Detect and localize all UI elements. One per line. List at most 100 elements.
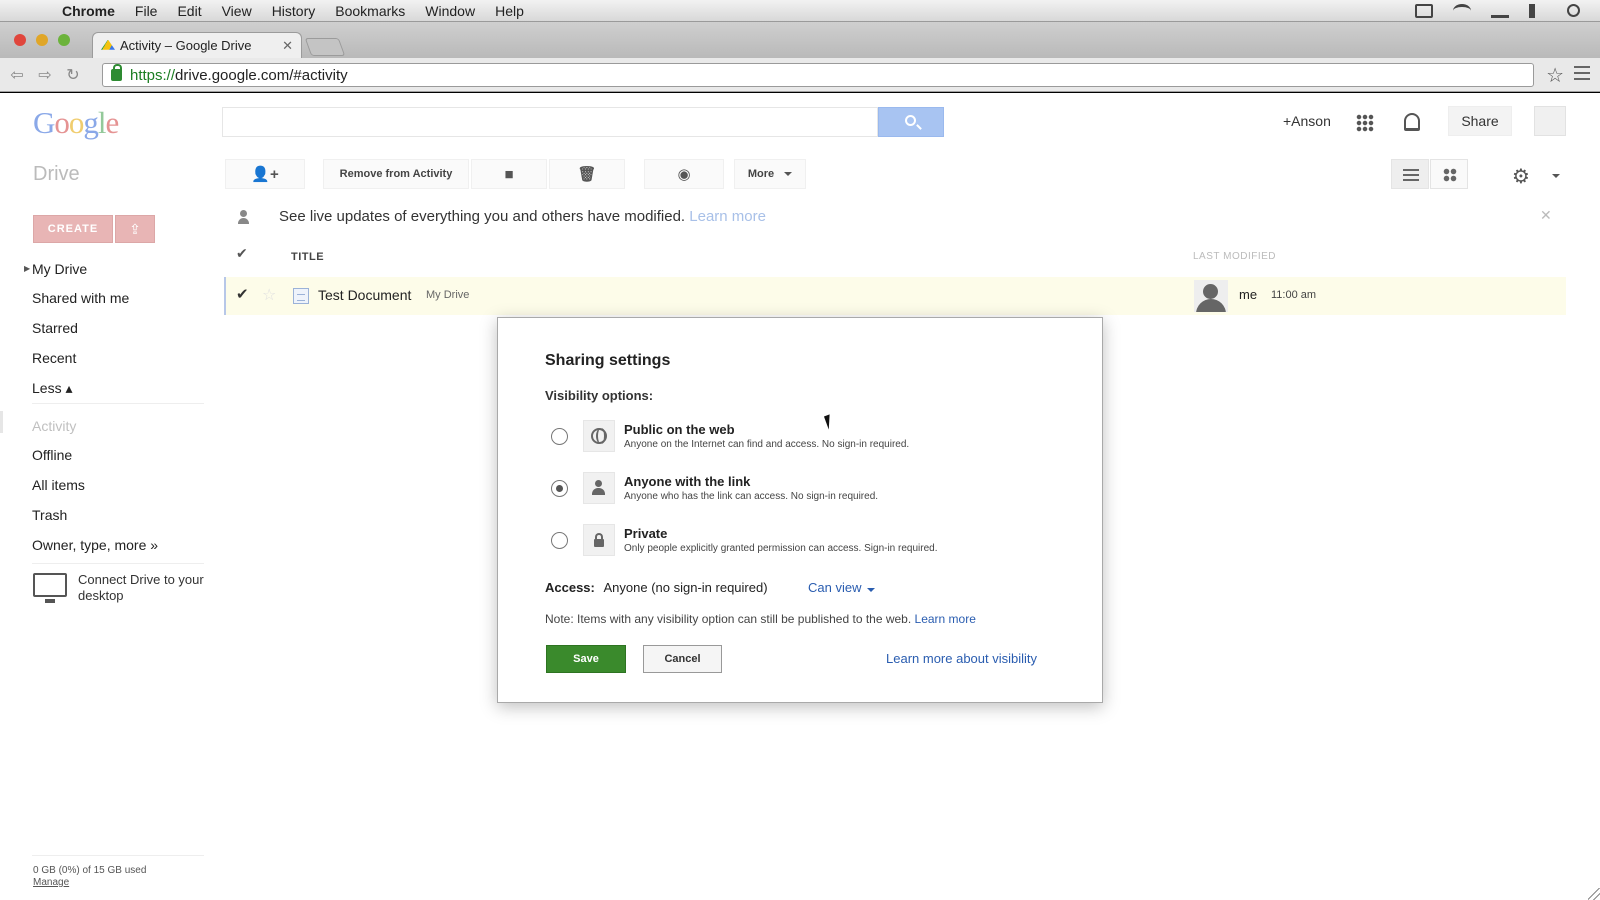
forward-icon[interactable]: ⇨ (34, 65, 56, 85)
more-label: More (747, 168, 775, 180)
move-to-folder-button[interactable]: ■ (471, 159, 547, 189)
upload-button[interactable]: ⇪ (115, 215, 155, 243)
resize-grip-icon[interactable] (1588, 888, 1600, 900)
sidebar-item-less[interactable]: Less ▴ (32, 380, 73, 397)
close-icon[interactable]: ✕ (1540, 207, 1552, 224)
radio-anyone-with-link[interactable] (551, 480, 568, 497)
list-view-button[interactable] (1391, 159, 1429, 189)
owner-avatar (1194, 280, 1228, 312)
search-input[interactable] (222, 107, 878, 137)
gear-icon[interactable]: ⚙ (1512, 164, 1530, 189)
visibility-options-label: Visibility options: (545, 388, 654, 403)
save-button[interactable]: Save (546, 645, 626, 673)
permission-dropdown[interactable]: Can view (808, 580, 876, 595)
screen-icon[interactable] (1415, 3, 1433, 18)
remove-from-activity-button[interactable]: Remove from Activity (323, 159, 469, 189)
drive-favicon-icon (101, 39, 115, 50)
manage-storage-link[interactable]: Manage (33, 877, 69, 888)
menu-history[interactable]: History (272, 3, 316, 19)
sidebar-item-offline[interactable]: Offline (32, 447, 72, 463)
option-public[interactable]: Public on the web Anyone on the Internet… (545, 420, 1065, 464)
volume-icon[interactable] (1529, 3, 1547, 18)
close-window-icon[interactable] (14, 34, 26, 46)
grid-view-button[interactable] (1430, 159, 1468, 189)
file-title[interactable]: Test Document (318, 287, 411, 303)
eject-icon[interactable] (1491, 4, 1509, 18)
reload-icon[interactable]: ↻ (62, 65, 84, 85)
minimize-window-icon[interactable] (36, 34, 48, 46)
browser-toolbar: ⇦ ⇨ ↻ https://drive.google.com/#activity… (0, 58, 1600, 92)
settings-dropdown-icon[interactable] (1552, 174, 1560, 178)
bookmark-star-icon[interactable]: ☆ (1546, 63, 1564, 88)
menu-edit[interactable]: Edit (177, 3, 201, 19)
access-row: Access: Anyone (no sign-in required) (545, 580, 768, 595)
sidebar-item-all-items[interactable]: All items (32, 477, 85, 493)
radio-private[interactable] (551, 532, 568, 549)
option-description: Anyone who has the link can access. No s… (624, 491, 879, 502)
search-button[interactable] (878, 107, 944, 137)
logo-letter: g (83, 105, 98, 140)
spotlight-icon[interactable] (1567, 4, 1580, 17)
account-avatar[interactable] (1534, 106, 1566, 136)
desktop-monitor-icon[interactable] (33, 573, 67, 603)
radio-public[interactable] (551, 428, 568, 445)
table-row[interactable]: ✔ ☆ Test Document My Drive me 11:00 am (224, 277, 1566, 315)
select-all-checkbox[interactable]: ✔ (236, 245, 248, 262)
activity-banner: See live updates of everything you and o… (279, 208, 766, 225)
access-label: Access: (545, 580, 595, 595)
dialog-title: Sharing settings (545, 352, 671, 369)
menu-bookmarks[interactable]: Bookmarks (335, 3, 405, 19)
logo-letter: e (105, 105, 120, 140)
star-icon[interactable]: ☆ (262, 285, 276, 305)
learn-more-visibility-link[interactable]: Learn more about visibility (886, 651, 1037, 666)
menu-app[interactable]: Chrome (62, 3, 115, 19)
option-private[interactable]: Private Only people explicitly granted p… (545, 524, 1065, 568)
row-checkbox[interactable]: ✔ (236, 285, 249, 303)
create-button[interactable]: CREATE (33, 215, 113, 243)
address-bar[interactable]: https://drive.google.com/#activity (102, 63, 1534, 87)
expand-caret-icon[interactable]: ▶ (24, 264, 30, 273)
preview-button[interactable]: ◉ (644, 159, 724, 189)
sidebar-item-my-drive[interactable]: My Drive (32, 261, 87, 277)
tab-close-icon[interactable]: ✕ (282, 38, 293, 54)
connect-drive-link[interactable]: Connect Drive to your desktop (78, 572, 208, 604)
note-learn-more-link[interactable]: Learn more (915, 612, 976, 626)
drive-label[interactable]: Drive (33, 163, 80, 186)
option-label: Public on the web (624, 422, 735, 437)
chrome-menu-icon[interactable] (1574, 66, 1590, 80)
share-button[interactable]: Share (1448, 106, 1512, 136)
column-header-title[interactable]: TITLE (291, 251, 324, 263)
option-anyone-with-link[interactable]: Anyone with the link Anyone who has the … (545, 472, 1065, 516)
user-name-link[interactable]: +Anson (1283, 113, 1331, 129)
menu-window[interactable]: Window (425, 3, 475, 19)
sidebar-item-starred[interactable]: Starred (32, 320, 78, 336)
apps-grid-icon[interactable] (1356, 114, 1374, 132)
add-people-button[interactable]: 👤+ (225, 159, 305, 189)
google-logo[interactable]: Google (33, 105, 120, 141)
sidebar-item-activity[interactable]: Activity (32, 418, 76, 434)
lock-icon (111, 64, 122, 81)
sidebar-item-shared[interactable]: Shared with me (32, 290, 129, 306)
sidebar-item-trash[interactable]: Trash (32, 507, 67, 523)
sidebar-item-owner-type[interactable]: Owner, type, more » (32, 537, 158, 553)
cancel-button[interactable]: Cancel (643, 645, 722, 673)
logo-letter: o (54, 105, 69, 140)
tab-activity[interactable]: Activity – Google Drive ✕ (92, 32, 302, 58)
file-modified-time: 11:00 am (1271, 289, 1317, 301)
chevron-down-icon (784, 172, 793, 176)
notifications-bell-icon[interactable] (1404, 113, 1420, 131)
more-button[interactable]: More (734, 159, 806, 189)
status-icons (1415, 3, 1580, 18)
new-tab-button[interactable] (304, 38, 346, 56)
zoom-window-icon[interactable] (58, 34, 70, 46)
column-header-last-modified[interactable]: LAST MODIFIED (1193, 251, 1276, 262)
sidebar-item-recent[interactable]: Recent (32, 350, 76, 366)
wifi-icon[interactable] (1453, 3, 1471, 18)
menu-file[interactable]: File (135, 3, 158, 19)
delete-button[interactable]: 🗑 (549, 159, 625, 189)
menu-view[interactable]: View (222, 3, 252, 19)
banner-learn-more-link[interactable]: Learn more (689, 208, 766, 225)
menu-help[interactable]: Help (495, 3, 524, 19)
storage-usage: 0 GB (0%) of 15 GB used (33, 865, 147, 876)
back-icon[interactable]: ⇦ (6, 65, 28, 85)
